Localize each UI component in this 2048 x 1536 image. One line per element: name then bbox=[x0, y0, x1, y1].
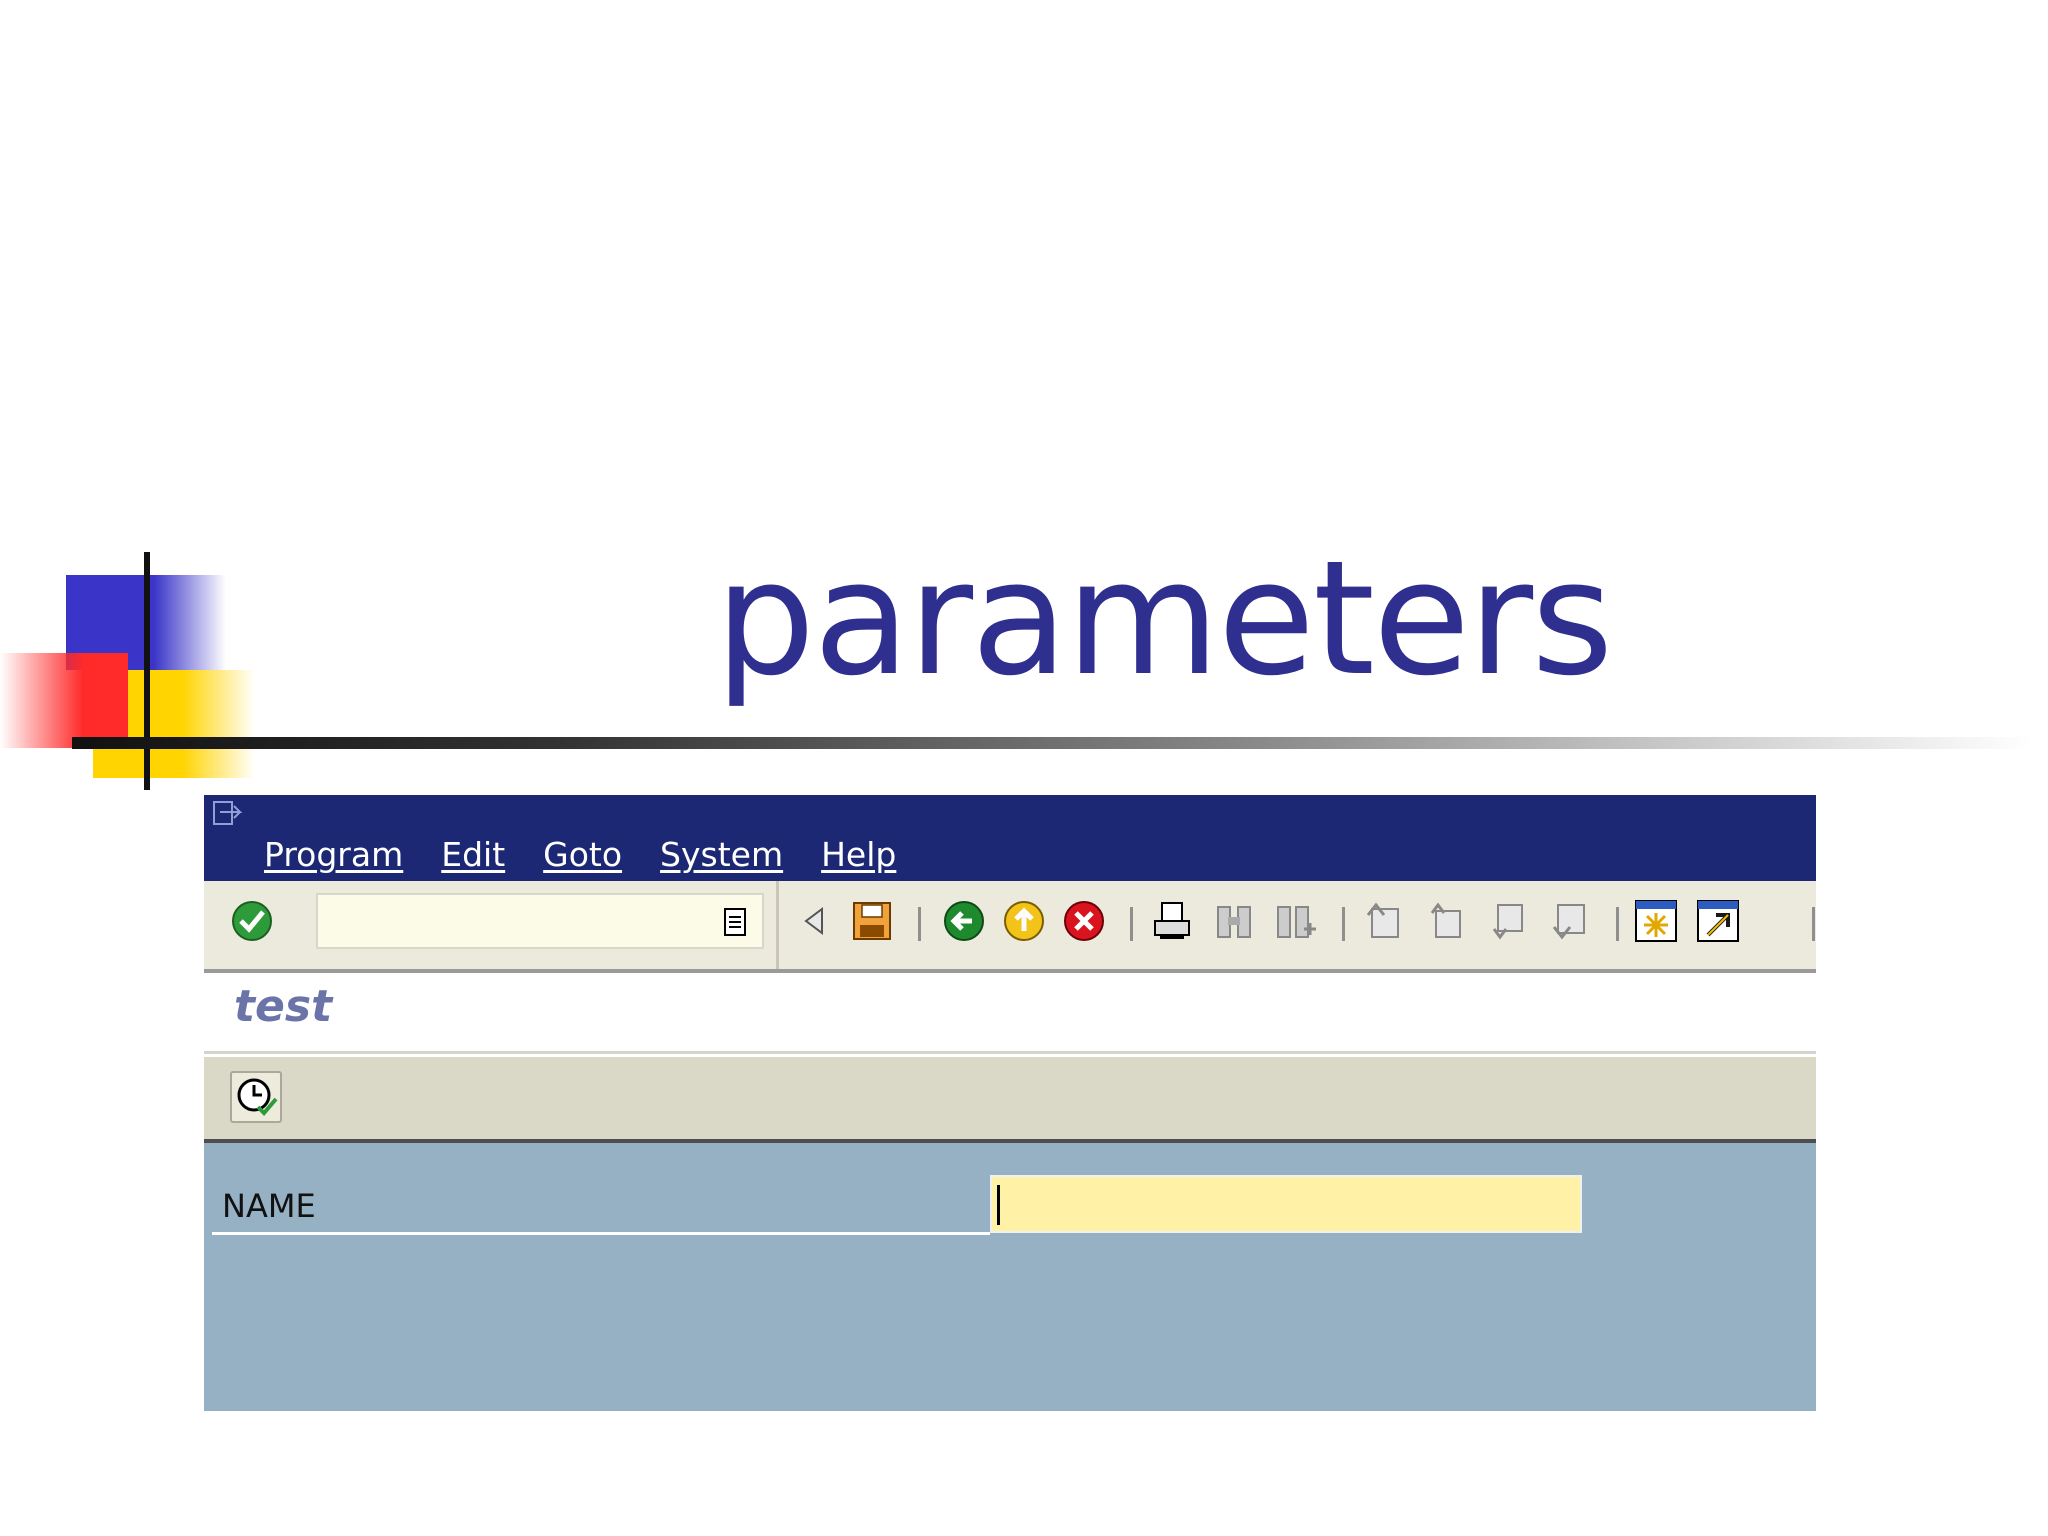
sap-window: Program Edit Goto System Help test NAME bbox=[204, 795, 1816, 1411]
logo-vertical-line bbox=[144, 552, 150, 790]
toolbar-separator bbox=[918, 907, 921, 941]
name-input[interactable] bbox=[990, 1175, 1582, 1233]
text-cursor bbox=[997, 1185, 1000, 1225]
save-icon[interactable] bbox=[850, 899, 894, 943]
menu-bar: Program Edit Goto System Help bbox=[204, 795, 1816, 881]
system-menu-icon[interactable] bbox=[208, 798, 248, 828]
toolbar-separator bbox=[1812, 907, 1815, 941]
last-page-icon[interactable] bbox=[1548, 899, 1592, 943]
command-history-icon[interactable] bbox=[722, 907, 748, 937]
find-next-icon[interactable] bbox=[1274, 899, 1318, 943]
slide-title: parameters bbox=[715, 527, 1613, 711]
logo-red-block bbox=[0, 653, 128, 748]
menu-help[interactable]: Help bbox=[821, 835, 896, 874]
name-label-underline bbox=[212, 1232, 990, 1235]
back-arrow-icon[interactable] bbox=[792, 899, 836, 943]
menu-items: Program Edit Goto System Help bbox=[264, 835, 896, 874]
menu-edit[interactable]: Edit bbox=[441, 835, 505, 874]
application-title-bar: test bbox=[204, 973, 1816, 1054]
command-input[interactable] bbox=[318, 895, 718, 947]
menu-system[interactable]: System bbox=[660, 835, 783, 874]
create-session-icon[interactable] bbox=[1634, 899, 1678, 943]
application-toolbar bbox=[204, 1057, 1816, 1143]
toolbar-divider bbox=[776, 881, 779, 969]
selection-screen: NAME bbox=[204, 1143, 1816, 1411]
next-page-icon[interactable] bbox=[1486, 899, 1530, 943]
previous-page-icon[interactable] bbox=[1424, 899, 1468, 943]
toolbar-separator bbox=[1616, 907, 1619, 941]
enter-check-icon[interactable] bbox=[230, 899, 274, 943]
name-label: NAME bbox=[222, 1187, 316, 1225]
toolbar-separator bbox=[1342, 907, 1345, 941]
application-title: test bbox=[234, 981, 333, 1032]
toolbar-separator bbox=[1130, 907, 1133, 941]
title-underline-rule bbox=[72, 737, 2032, 749]
first-page-icon[interactable] bbox=[1362, 899, 1406, 943]
find-icon[interactable] bbox=[1212, 899, 1256, 943]
standard-toolbar bbox=[204, 881, 1816, 973]
exit-icon[interactable] bbox=[1002, 899, 1046, 943]
print-icon[interactable] bbox=[1150, 899, 1194, 943]
back-icon[interactable] bbox=[942, 899, 986, 943]
cancel-icon[interactable] bbox=[1062, 899, 1106, 943]
command-field[interactable] bbox=[316, 893, 764, 949]
shortcut-icon[interactable] bbox=[1696, 899, 1740, 943]
execute-button[interactable] bbox=[230, 1071, 282, 1123]
menu-program[interactable]: Program bbox=[264, 835, 403, 874]
menu-goto[interactable]: Goto bbox=[543, 835, 622, 874]
execute-clock-icon bbox=[237, 1078, 278, 1116]
